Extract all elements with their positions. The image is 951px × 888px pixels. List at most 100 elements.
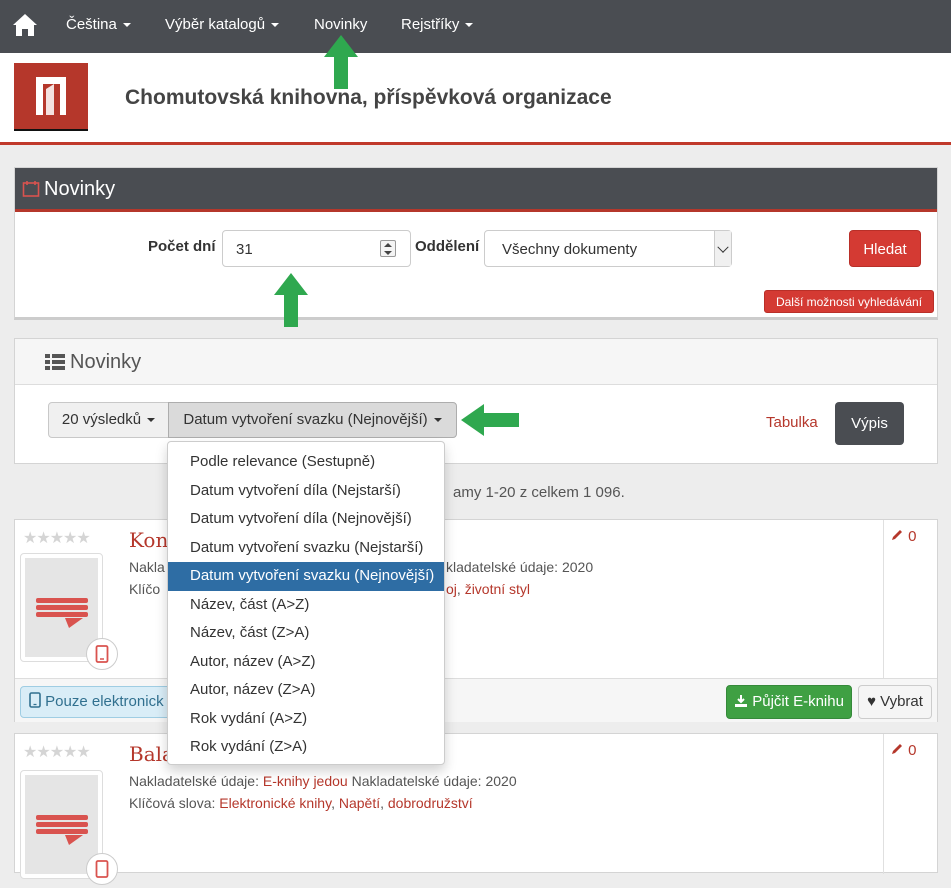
number-spinner[interactable] bbox=[380, 240, 396, 257]
sort-dropdown-menu: Podle relevance (Sestupně) Datum vytvoře… bbox=[167, 441, 445, 765]
department-select-value: Všechny dokumenty bbox=[502, 241, 638, 258]
sort-option[interactable]: Autor, název (A>Z) bbox=[168, 648, 444, 677]
results-per-page-label: 20 výsledků bbox=[61, 411, 142, 428]
panel-header: Novinky bbox=[15, 168, 937, 212]
list-view-button[interactable]: Výpis bbox=[835, 402, 904, 445]
publisher-label: Nakla bbox=[129, 559, 165, 575]
keyword-link[interactable]: oj bbox=[446, 581, 457, 597]
review-count[interactable]: 0 bbox=[890, 528, 917, 545]
sort-option[interactable]: Rok vydání (Z>A) bbox=[168, 733, 444, 762]
sort-option[interactable]: Rok vydání (A>Z) bbox=[168, 705, 444, 734]
novinky-search-panel: Novinky Počet dní 31 Oddělení Všechny do… bbox=[14, 167, 938, 320]
keywords-label: Klíčová slova: bbox=[129, 795, 216, 811]
top-navbar: Čeština Výběr katalogů Novinky Rejstříky bbox=[0, 0, 951, 53]
site-header: Chomutovská knihovna, příspěvková organi… bbox=[0, 53, 951, 145]
publisher-line: Nakla bbox=[129, 559, 165, 575]
days-input-value: 31 bbox=[236, 241, 253, 258]
keywords-label: Klíčo bbox=[129, 581, 161, 597]
review-count-value: 0 bbox=[908, 528, 917, 545]
review-count[interactable]: 0 bbox=[890, 742, 917, 759]
record-card: ★★★★★ Bala Nakladatelské údaje: E-knihy … bbox=[14, 733, 938, 885]
library-logo[interactable] bbox=[14, 63, 88, 131]
record-title[interactable]: Kon bbox=[129, 528, 168, 552]
organization-title: Chomutovská knihovna, příspěvková organi… bbox=[125, 86, 612, 109]
sort-dropdown[interactable]: Datum vytvoření svazku (Nejnovější) bbox=[168, 402, 457, 438]
sort-option[interactable]: Název, část (Z>A) bbox=[168, 619, 444, 648]
spin-down-icon[interactable] bbox=[384, 251, 392, 255]
select-record-button[interactable]: ♥ Vybrat bbox=[858, 685, 932, 719]
sort-option[interactable]: Datum vytvoření díla (Nejnovější) bbox=[168, 505, 444, 534]
select-arrow-icon[interactable] bbox=[714, 231, 731, 266]
record-footer: Pouze elektronick Půjčit E-knihu ♥ Vybra… bbox=[15, 678, 937, 722]
department-select[interactable]: Všechny dokumenty bbox=[484, 230, 732, 267]
keyword-link[interactable]: Napětí bbox=[339, 795, 380, 811]
download-icon bbox=[735, 695, 748, 707]
pencil-icon bbox=[892, 530, 902, 540]
keyword-link[interactable]: životní styl bbox=[465, 581, 530, 597]
publisher-line: Nakladatelské údaje: E-knihy jedou Nakla… bbox=[129, 773, 517, 789]
caret-down-icon bbox=[147, 418, 156, 423]
rating-stars[interactable]: ★★★★★ bbox=[23, 742, 91, 762]
sort-option[interactable]: Autor, název (Z>A) bbox=[168, 676, 444, 705]
sort-option[interactable]: Datum vytvoření díla (Nejstarší) bbox=[168, 477, 444, 506]
publisher-label: Nakladatelské údaje: bbox=[129, 773, 259, 789]
publisher-year: kladatelské údaje: 2020 bbox=[446, 559, 594, 575]
sort-dropdown-label: Datum vytvoření svazku (Nejnovější) bbox=[183, 411, 428, 428]
results-panel-header: Novinky bbox=[15, 339, 937, 385]
pencil-icon bbox=[892, 744, 902, 754]
publisher-link[interactable]: E-knihy jedou bbox=[263, 773, 348, 789]
nav-language-label: Čeština bbox=[66, 16, 117, 33]
more-search-options-button[interactable]: Další možnosti vyhledávání bbox=[764, 290, 934, 313]
record-card: ★★★★★ Kon Nakla kladatelské údaje: 2020 … bbox=[14, 519, 938, 722]
sort-option[interactable]: Datum vytvoření svazku (Nejstarší) bbox=[168, 534, 444, 563]
nav-novinky[interactable]: Novinky bbox=[314, 16, 367, 33]
annotation-arrow-up-icon bbox=[324, 35, 358, 89]
caret-down-icon bbox=[122, 23, 131, 28]
tablet-icon bbox=[86, 853, 118, 885]
keywords-line: Klíčová slova: Elektronické knihy, Napět… bbox=[129, 795, 473, 811]
results-panel: Novinky 20 výsledků Datum vytvoření svaz… bbox=[14, 338, 938, 464]
days-input[interactable]: 31 bbox=[222, 230, 411, 267]
annotation-arrow-up-icon bbox=[274, 273, 308, 327]
sort-option-selected[interactable]: Datum vytvoření svazku (Nejnovější) bbox=[168, 562, 444, 591]
heart-icon: ♥ bbox=[867, 693, 876, 710]
review-count-value: 0 bbox=[908, 742, 917, 759]
caret-down-icon bbox=[271, 23, 280, 28]
electronic-only-label: Pouze elektronick bbox=[45, 693, 164, 710]
panel-title: Novinky bbox=[44, 178, 116, 200]
rating-stars[interactable]: ★★★★★ bbox=[23, 528, 91, 548]
select-record-label: Vybrat bbox=[880, 693, 923, 710]
keywords-tail: oj, životní styl bbox=[446, 581, 531, 597]
list-icon bbox=[45, 353, 65, 375]
nav-catalog-label: Výběr katalogů bbox=[165, 16, 266, 33]
record-side-column: 0 bbox=[883, 734, 938, 874]
days-label: Počet dní bbox=[148, 238, 216, 255]
search-button[interactable]: Hledat bbox=[849, 230, 921, 267]
borrow-ebook-button[interactable]: Půjčit E-knihu bbox=[726, 685, 852, 719]
results-summary: amy 1-20 z celkem 1 096. bbox=[453, 484, 625, 501]
results-per-page-dropdown[interactable]: 20 výsledků bbox=[48, 402, 169, 438]
results-panel-title: Novinky bbox=[70, 351, 142, 373]
tablet-icon bbox=[86, 638, 118, 670]
mobile-icon bbox=[29, 692, 41, 708]
spin-up-icon[interactable] bbox=[384, 243, 392, 247]
publisher-year: Nakladatelské údaje: 2020 bbox=[351, 773, 517, 789]
record-side-column: 0 bbox=[883, 520, 938, 678]
home-icon[interactable] bbox=[12, 12, 38, 38]
caret-down-icon bbox=[433, 418, 442, 423]
keywords-line: Klíčo bbox=[129, 581, 160, 597]
annotation-arrow-left-icon bbox=[461, 404, 519, 436]
keyword-link[interactable]: dobrodružství bbox=[388, 795, 473, 811]
nav-language[interactable]: Čeština bbox=[66, 16, 131, 33]
nav-registers[interactable]: Rejstříky bbox=[401, 16, 474, 33]
keyword-link[interactable]: Elektronické knihy bbox=[219, 795, 331, 811]
nav-registers-label: Rejstříky bbox=[401, 16, 460, 33]
caret-down-icon bbox=[465, 23, 474, 28]
sort-option[interactable]: Název, část (A>Z) bbox=[168, 591, 444, 620]
nav-novinky-label: Novinky bbox=[314, 16, 368, 33]
nav-catalog-select[interactable]: Výběr katalogů bbox=[165, 16, 280, 33]
sort-option[interactable]: Podle relevance (Sestupně) bbox=[168, 448, 444, 477]
calendar-icon bbox=[22, 180, 40, 202]
department-label: Oddělení bbox=[415, 238, 480, 255]
table-view-link[interactable]: Tabulka bbox=[766, 414, 818, 431]
